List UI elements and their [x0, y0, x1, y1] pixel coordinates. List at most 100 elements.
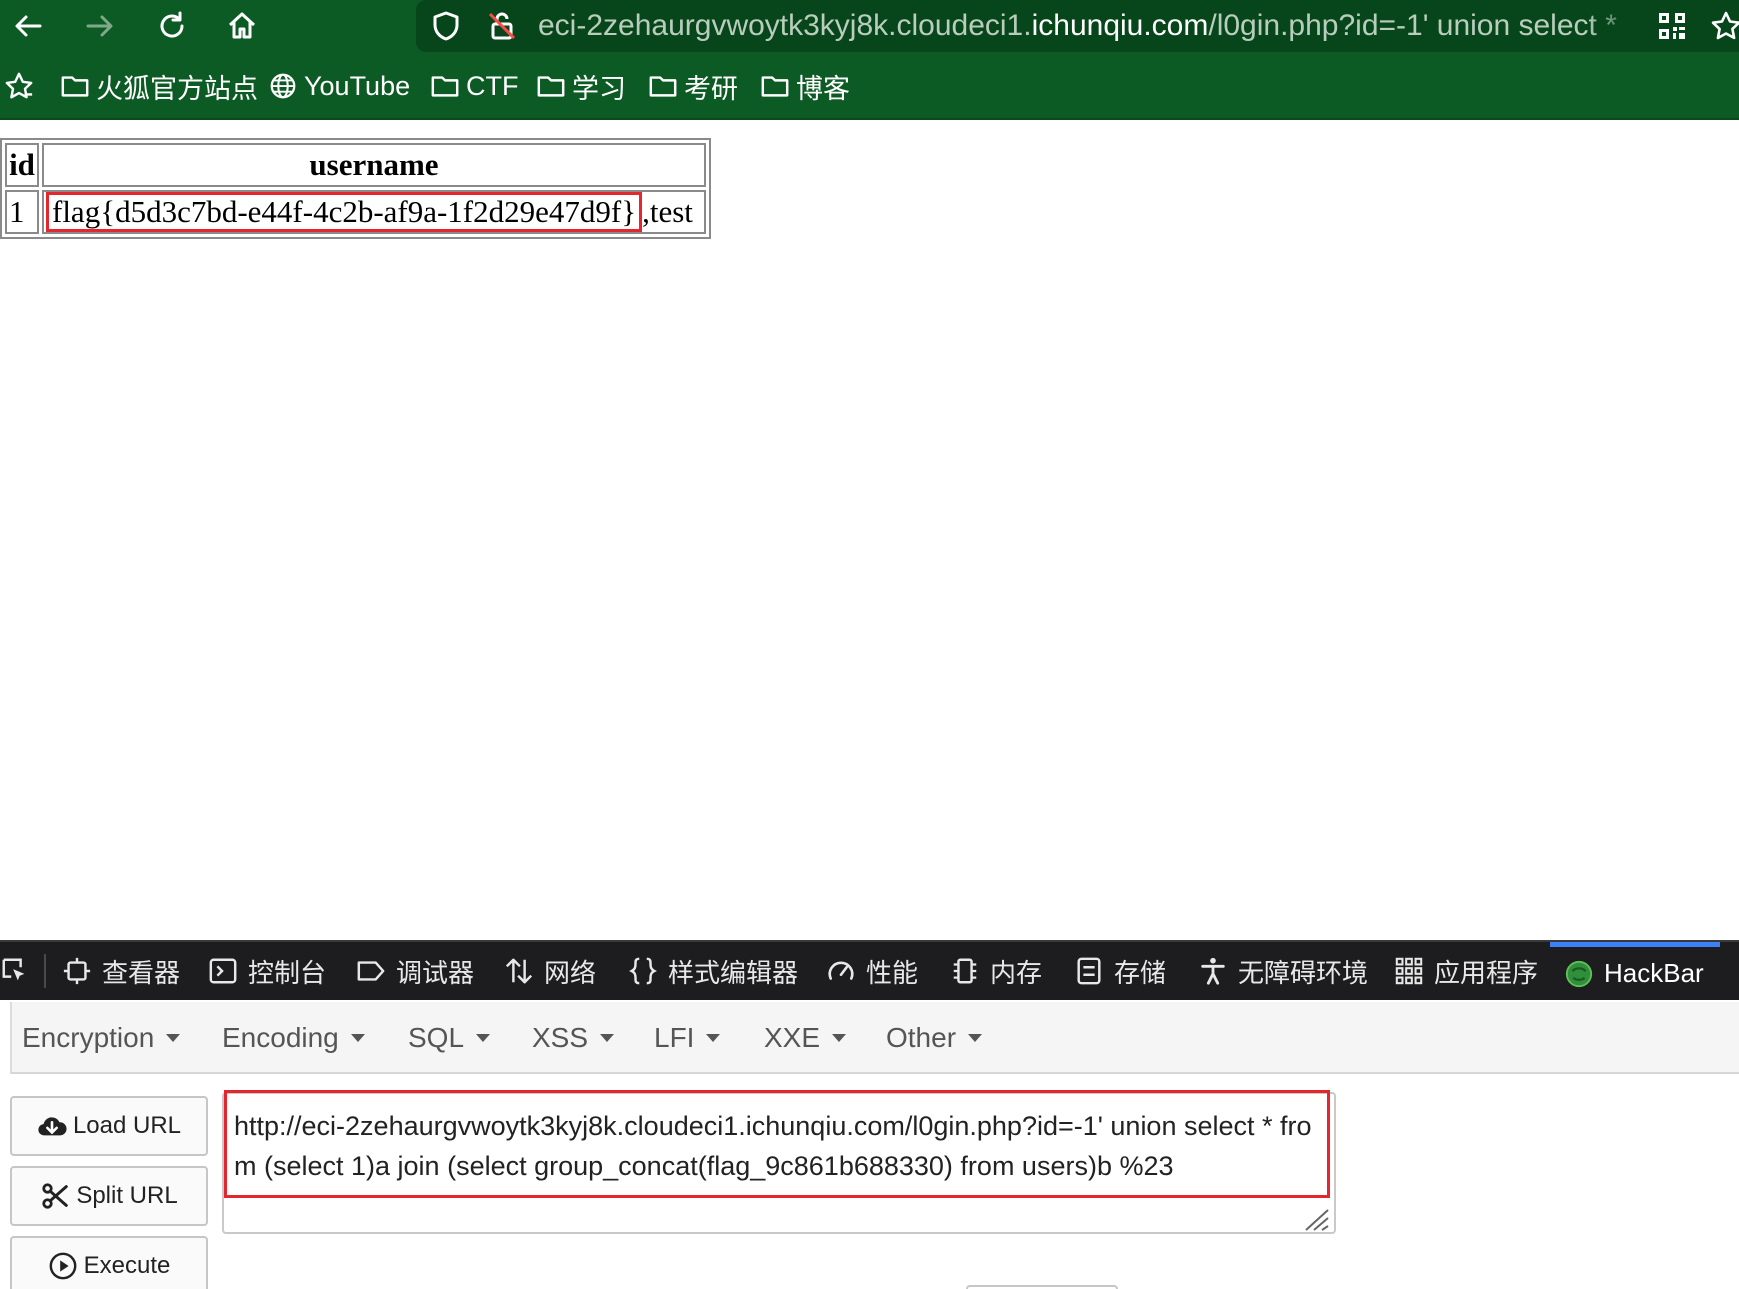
result-table: id username 1 flag{d5d3c7bd-e44f-4c2b-af…	[0, 138, 711, 239]
bookmark-label: 学习	[572, 73, 626, 104]
scissors-icon	[42, 1183, 69, 1209]
bookmark-label: 考研	[684, 73, 738, 104]
menu-xxe[interactable]: XXE	[764, 1020, 847, 1056]
tab-label: 查看器	[102, 957, 181, 988]
menu-label: Encryption	[22, 1022, 155, 1053]
style-editor-icon	[629, 957, 657, 985]
menu-label: XXE	[764, 1022, 821, 1053]
column-header-username: username	[42, 143, 706, 187]
folder-icon	[649, 76, 677, 97]
bookmark-ctf[interactable]: CTF	[430, 66, 518, 106]
application-icon	[1395, 957, 1423, 985]
cell-id: 1	[5, 190, 39, 234]
manage-bookmarks-button[interactable]	[4, 66, 40, 106]
execute-label: Execute	[83, 1252, 171, 1279]
menu-xss[interactable]: XSS	[532, 1020, 615, 1056]
forward-button[interactable]	[72, 0, 128, 52]
tab-style-editor[interactable]: 样式编辑器	[628, 942, 798, 1000]
tab-memory[interactable]: 内存	[950, 942, 1042, 1000]
arrow-left-icon	[15, 15, 42, 37]
url-fade	[1586, 6, 1646, 46]
split-url-button[interactable]: Split URL	[10, 1166, 208, 1226]
star-bookmark-icon[interactable]	[1708, 8, 1739, 44]
caret-down-icon	[832, 1034, 847, 1042]
bookmark-star-icon	[5, 72, 33, 99]
play-circle-icon	[49, 1252, 77, 1280]
menu-label: XSS	[532, 1022, 589, 1053]
bookmarks-bar: 火狐官方站点 YouTube CTF 学习 考研 博客	[0, 52, 1739, 120]
url-domain: ichunqiu.com	[1031, 9, 1209, 42]
partial-button-edge	[966, 1285, 1118, 1289]
tab-separator	[44, 954, 46, 988]
menu-encryption[interactable]: Encryption	[22, 1020, 181, 1056]
storage-icon	[1077, 957, 1101, 985]
bookmark-study[interactable]: 学习	[536, 66, 626, 106]
folder-icon	[537, 76, 565, 97]
tab-hackbar[interactable]: HackBar	[1550, 942, 1720, 1000]
caret-down-icon	[968, 1034, 983, 1042]
hackbar-menu: Encryption Encoding SQL XSS LFI XXE Othe…	[10, 1002, 1739, 1074]
load-url-button[interactable]: Load URL	[10, 1096, 208, 1156]
menu-label: SQL	[408, 1022, 465, 1053]
cloud-download-icon	[38, 1117, 67, 1136]
caret-down-icon	[706, 1034, 721, 1042]
tab-label: 性能	[866, 957, 919, 988]
menu-encoding[interactable]: Encoding	[222, 1020, 365, 1056]
insecure-lock-icon[interactable]	[484, 8, 520, 44]
table-row: 1 flag{d5d3c7bd-e44f-4c2b-af9a-1f2d29e47…	[5, 190, 706, 234]
reload-button[interactable]	[144, 0, 200, 52]
menu-label: Encoding	[222, 1022, 339, 1053]
execute-button[interactable]: Execute	[10, 1236, 208, 1289]
shield-icon[interactable]	[428, 8, 464, 44]
menu-label: Other	[886, 1022, 957, 1053]
tab-inspector[interactable]: 查看器	[62, 942, 180, 1000]
url-text[interactable]: eci-2zehaurgvwoytk3kyj8k.cloudeci1.ichun…	[538, 6, 1634, 46]
inspector-icon	[63, 957, 91, 985]
menu-lfi[interactable]: LFI	[654, 1020, 721, 1056]
bookmark-youtube[interactable]: YouTube	[268, 66, 410, 106]
url-prefix: eci-2zehaurgvwoytk3kyj8k.cloudeci1.	[538, 9, 1032, 42]
caret-down-icon	[600, 1034, 615, 1042]
browser-toolbar: eci-2zehaurgvwoytk3kyj8k.cloudeci1.ichun…	[0, 0, 1739, 52]
tab-label: HackBar	[1604, 958, 1704, 988]
menu-other[interactable]: Other	[886, 1020, 983, 1056]
bookmark-label: 火狐官方站点	[96, 73, 258, 104]
menu-sql[interactable]: SQL	[408, 1020, 491, 1056]
tab-console[interactable]: 控制台	[208, 942, 326, 1000]
tab-network[interactable]: 网络	[504, 942, 596, 1000]
folder-icon	[61, 76, 89, 97]
tab-debugger[interactable]: 调试器	[356, 942, 474, 1000]
tab-label: 应用程序	[1434, 957, 1539, 988]
bookmark-label: 博客	[796, 73, 850, 104]
bookmark-label: CTF	[466, 70, 519, 101]
table-header-row: id username	[5, 143, 706, 187]
tab-label: 样式编辑器	[668, 957, 799, 988]
devtools-tabbar: 查看器 控制台 调试器 网络 样式编辑器 性能 内存 存储 无障碍环境 应用程序…	[0, 940, 1739, 1000]
folder-icon	[761, 76, 789, 97]
console-icon	[209, 958, 237, 984]
load-url-label: Load URL	[72, 1112, 182, 1139]
arrow-right-icon	[86, 15, 113, 37]
tab-label: 内存	[990, 957, 1043, 988]
bookmark-exam[interactable]: 考研	[648, 66, 738, 106]
back-button[interactable]	[0, 0, 56, 52]
tab-accessibility[interactable]: 无障碍环境	[1198, 942, 1368, 1000]
resize-grip-icon[interactable]	[1302, 1206, 1330, 1232]
home-button[interactable]	[214, 0, 270, 52]
element-picker-button[interactable]	[0, 942, 40, 1000]
caret-down-icon	[166, 1034, 181, 1042]
tab-label: 控制台	[248, 957, 327, 988]
split-url-label: Split URL	[76, 1182, 178, 1209]
hackbar-icon	[1565, 960, 1593, 987]
url-bar[interactable]: eci-2zehaurgvwoytk3kyj8k.cloudeci1.ichun…	[416, 0, 1739, 52]
network-icon	[505, 958, 533, 984]
qr-code-icon[interactable]	[1654, 8, 1690, 44]
menu-label: LFI	[654, 1022, 695, 1053]
bookmark-firefox-site[interactable]: 火狐官方站点	[60, 66, 258, 106]
tab-storage[interactable]: 存储	[1074, 942, 1166, 1000]
bookmark-blog[interactable]: 博客	[760, 66, 850, 106]
folder-icon	[431, 76, 459, 97]
tab-performance[interactable]: 性能	[826, 942, 918, 1000]
url-textarea-text[interactable]: http://eci-2zehaurgvwoytk3kyj8k.cloudeci…	[234, 1106, 1324, 1186]
tab-application[interactable]: 应用程序	[1394, 942, 1538, 1000]
